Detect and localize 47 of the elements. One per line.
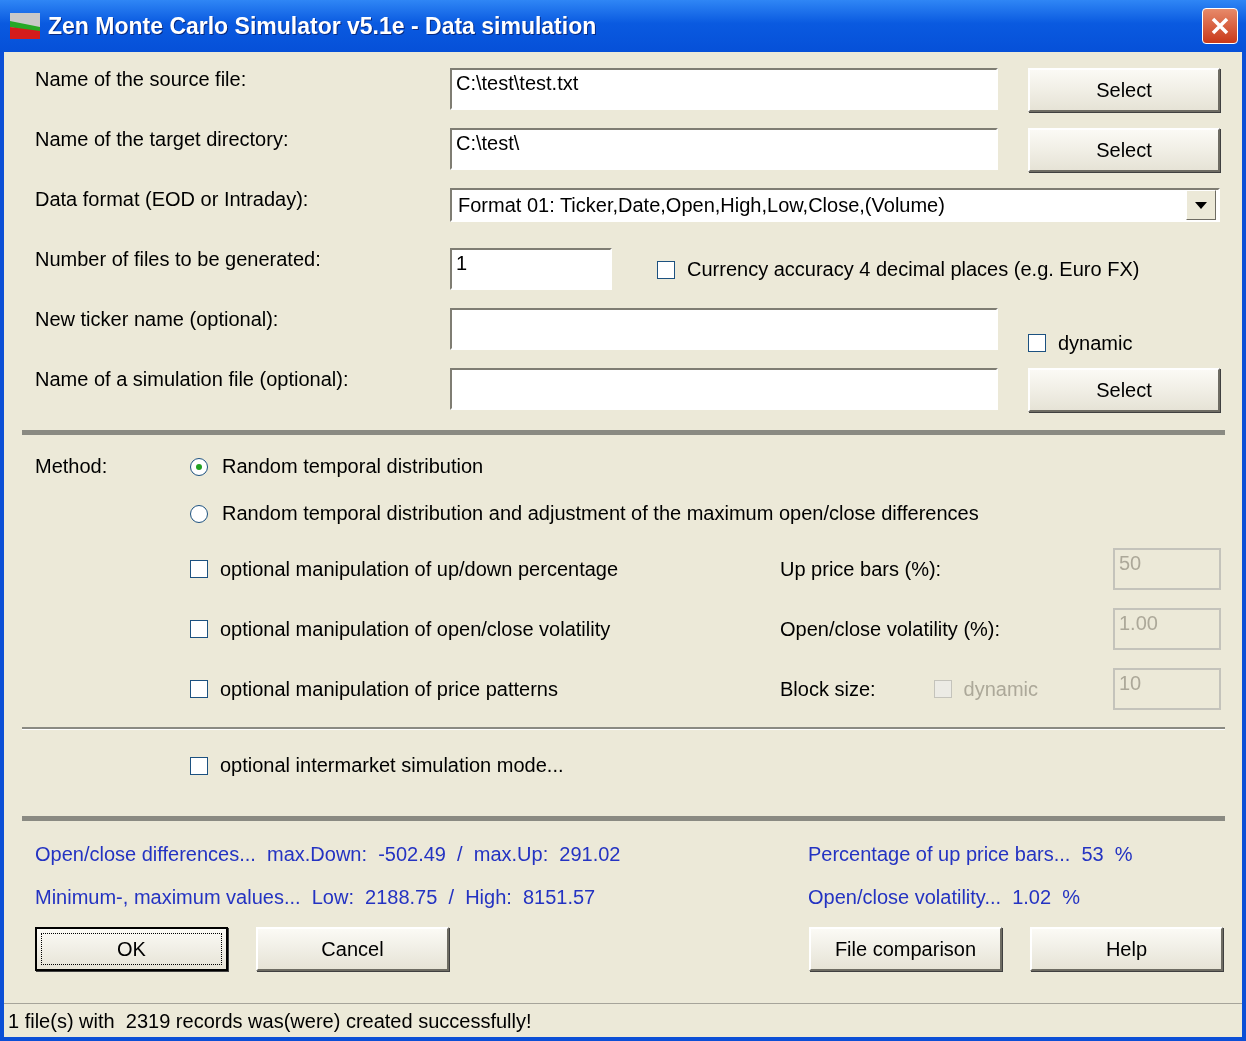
radio-button[interactable] xyxy=(190,504,208,523)
checkbox[interactable] xyxy=(190,560,208,578)
checkbox[interactable] xyxy=(1028,334,1046,352)
checkbox[interactable] xyxy=(190,620,208,638)
checkbox[interactable] xyxy=(190,756,208,775)
dialog-button[interactable]: Cancel xyxy=(256,927,449,971)
input-field[interactable] xyxy=(450,368,998,410)
radio-label: Random temporal distribution and adjustment of the maximum open/close differences xyxy=(222,502,979,525)
field-label: New ticker name (optional): xyxy=(35,308,280,332)
method-label: Method: xyxy=(35,455,109,478)
dialog-button[interactable]: File comparison xyxy=(809,927,1002,971)
format-dropdown[interactable]: Format 01: Ticker,Date,Open,High,Low,Close,(Volume) xyxy=(450,188,1220,222)
checkbox[interactable] xyxy=(657,260,675,279)
input-field[interactable]: C:\test\ xyxy=(450,128,998,170)
window-title: Zen Monte Carlo Simulator v5.1e - Data simulation xyxy=(48,12,598,40)
input-field[interactable]: 1 xyxy=(450,248,612,290)
checkbox-label: Currency accuracy 4 decimal places (e.g. Euro FX) xyxy=(687,258,1140,281)
field-label: Name of the source file: xyxy=(35,68,248,92)
field-label: Data format (EOD or Intraday): xyxy=(35,188,310,212)
input-field[interactable] xyxy=(450,308,998,350)
field-label: Number of files to be generated: xyxy=(35,248,322,272)
radio-button[interactable] xyxy=(190,457,208,476)
dialog-button[interactable]: Select xyxy=(1028,68,1220,112)
close-icon[interactable] xyxy=(1202,8,1238,44)
statistics-text: Percentage of up price bars... 53 % xyxy=(808,843,1133,866)
parameter-label: Open/close volatility (%): xyxy=(780,617,1001,641)
checkbox-label: optional manipulation of up/down percentage xyxy=(220,557,619,581)
parameter-label: Up price bars (%): xyxy=(780,557,942,581)
checkbox-label: optional intermarket simulation mode... xyxy=(220,754,564,777)
statistics-text: Open/close differences... max.Down: -502.49 / max.Up: 291.02 xyxy=(35,843,622,866)
dialog-button[interactable]: Help xyxy=(1030,927,1223,971)
checkbox-label: dynamic xyxy=(1058,331,1133,355)
statistics-text: Minimum-, maximum values... Low: 2188.75 / High: 8151.57 xyxy=(35,886,597,909)
checkbox-label: dynamic xyxy=(963,677,1039,701)
dialog-button[interactable]: Select xyxy=(1028,368,1220,412)
radio-label: Random temporal distribution xyxy=(222,455,484,478)
checkbox[interactable] xyxy=(190,680,208,698)
checkbox-label: optional manipulation of price patterns xyxy=(220,677,558,701)
parameter-label: Block size: xyxy=(780,677,876,701)
checkbox-label: optional manipulation of open/close volatility xyxy=(220,617,611,641)
field-label: Name of a simulation file (optional): xyxy=(35,368,350,392)
dialog-button[interactable]: OK xyxy=(35,927,228,971)
field-label: Name of the target directory: xyxy=(35,128,290,152)
statistics-text: Open/close volatility... 1.02 % xyxy=(808,886,1081,909)
input-field[interactable]: C:\test\test.txt xyxy=(450,68,998,110)
app-icon xyxy=(10,13,40,39)
dialog-button[interactable]: Select xyxy=(1028,128,1220,172)
